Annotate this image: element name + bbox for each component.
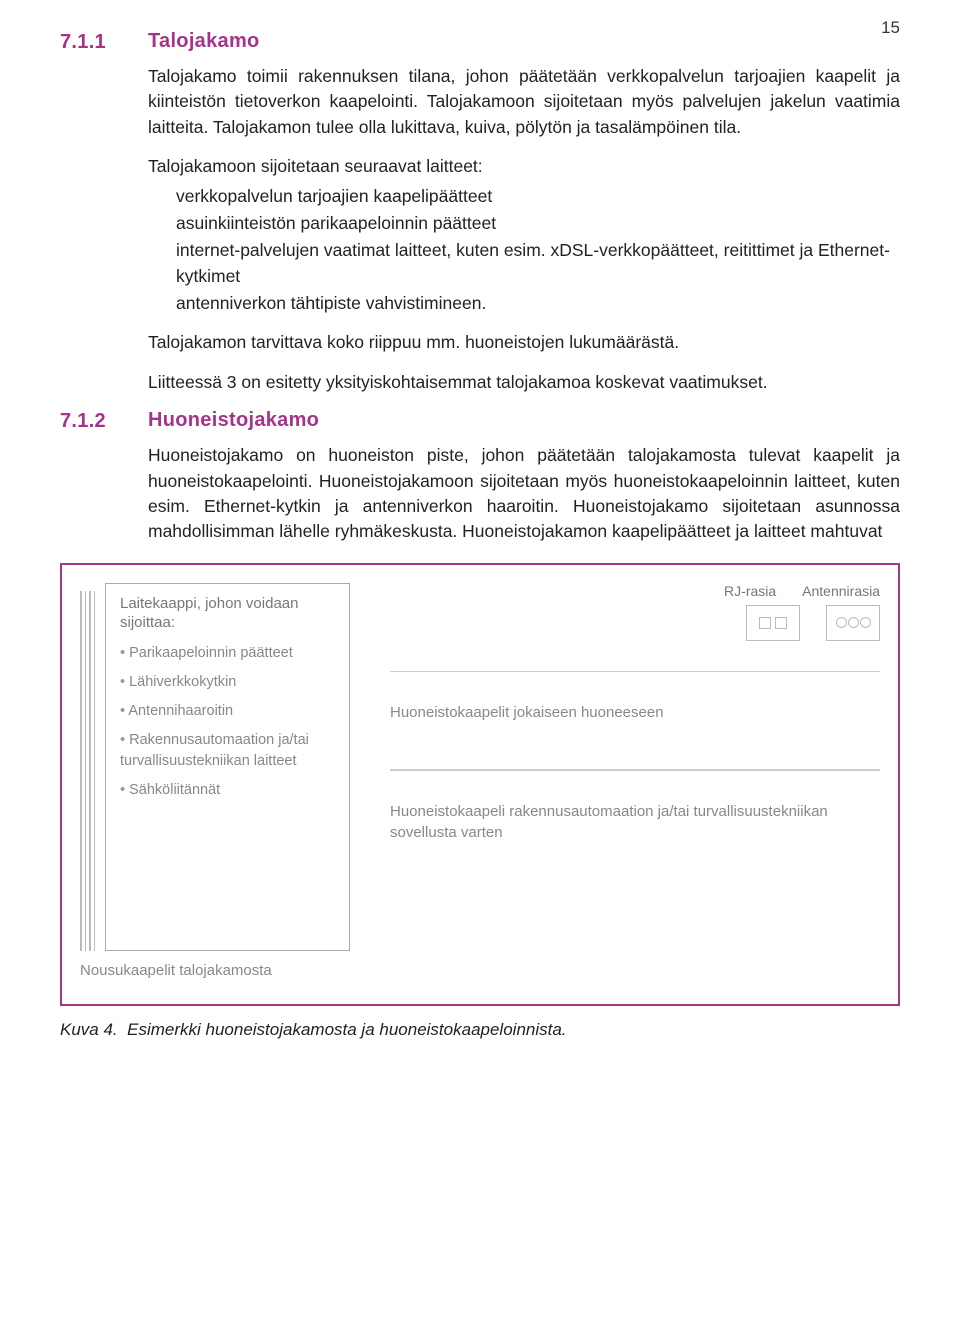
figure-caption-text: Esimerkki huoneistojakamosta ja huoneist…	[127, 1020, 566, 1039]
antenna-outlet-label: Antennirasia	[802, 583, 880, 599]
cabinet-list: Parikaapeloinnin päätteet Lähiverkkokytk…	[120, 643, 335, 801]
cabinet-box: Laitekaappi, johon voidaan sijoittaa: Pa…	[105, 583, 350, 951]
room-cable-label: Huoneistokaapelit jokaiseen huoneeseen	[390, 702, 880, 723]
list-item: Antennihaaroitin	[120, 701, 335, 722]
section-number: 7.1.2	[60, 409, 148, 433]
rj-outlet-icon	[746, 605, 800, 641]
section-number: 7.1.1	[60, 30, 148, 54]
list-item: Sähköliitännät	[120, 780, 335, 801]
antenna-outlet-icon	[826, 605, 880, 641]
list-item: internet-palvelujen vaatimat laitteet, k…	[176, 238, 900, 289]
figure-caption-number: Kuva 4.	[60, 1020, 118, 1039]
cable-line	[390, 671, 880, 673]
paragraph: Talojakamo toimii rakennuksen tilana, jo…	[148, 64, 900, 140]
outlet-labels: RJ-rasia Antennirasia	[390, 583, 880, 599]
section-title: Huoneistojakamo	[148, 409, 319, 433]
paragraph: Talojakamon tarvittava koko riippuu mm. …	[148, 330, 900, 355]
section-title: Talojakamo	[148, 30, 260, 54]
list-item: Parikaapeloinnin päätteet	[120, 643, 335, 664]
figure-caption: Kuva 4. Esimerkki huoneistojakamosta ja …	[60, 1020, 900, 1040]
paragraph: Liitteessä 3 on esitetty yksityiskohtais…	[148, 370, 900, 395]
riser-cable-lines	[80, 583, 95, 951]
rj-outlet-label: RJ-rasia	[724, 583, 776, 599]
figure-right-column: RJ-rasia Antennirasia Huoneistokaapelit …	[390, 583, 880, 843]
cable-line	[390, 769, 880, 771]
page: 15 7.1.1 Talojakamo Talojakamo toimii ra…	[0, 0, 960, 1323]
page-number: 15	[881, 18, 900, 38]
section-heading: 7.1.2 Huoneistojakamo	[60, 409, 900, 433]
outlet-icons	[390, 605, 880, 641]
list-item: Rakennusautomaation ja/tai turvallisuust…	[120, 730, 335, 772]
list-item: antenniverkon tähtipiste vahvistimineen.	[176, 291, 900, 316]
automation-cable-label: Huoneistokaapeli rakennusautomaation ja/…	[390, 801, 880, 843]
section-heading: 7.1.1 Talojakamo	[60, 30, 900, 54]
list-item: verkkopalvelun tarjoajien kaapelipäättee…	[176, 184, 900, 209]
paragraph: Huoneistojakamo on huoneiston piste, joh…	[148, 443, 900, 545]
riser-cable-label: Nousukaapelit talojakamosta	[80, 961, 880, 981]
list-item: asuinkiinteistön parikaapeloinnin päätte…	[176, 211, 900, 236]
cabinet-title: Laitekaappi, johon voidaan sijoittaa:	[120, 594, 335, 633]
list-intro: Talojakamoon sijoitetaan seuraavat laitt…	[148, 154, 900, 179]
figure-frame: Laitekaappi, johon voidaan sijoittaa: Pa…	[60, 563, 900, 1007]
bullet-list: verkkopalvelun tarjoajien kaapelipäättee…	[148, 184, 900, 317]
section-body: Huoneistojakamo on huoneiston piste, joh…	[148, 443, 900, 545]
list-item: Lähiverkkokytkin	[120, 672, 335, 693]
figure-left-column: Laitekaappi, johon voidaan sijoittaa: Pa…	[80, 583, 350, 951]
section-body: Talojakamo toimii rakennuksen tilana, jo…	[148, 64, 900, 395]
